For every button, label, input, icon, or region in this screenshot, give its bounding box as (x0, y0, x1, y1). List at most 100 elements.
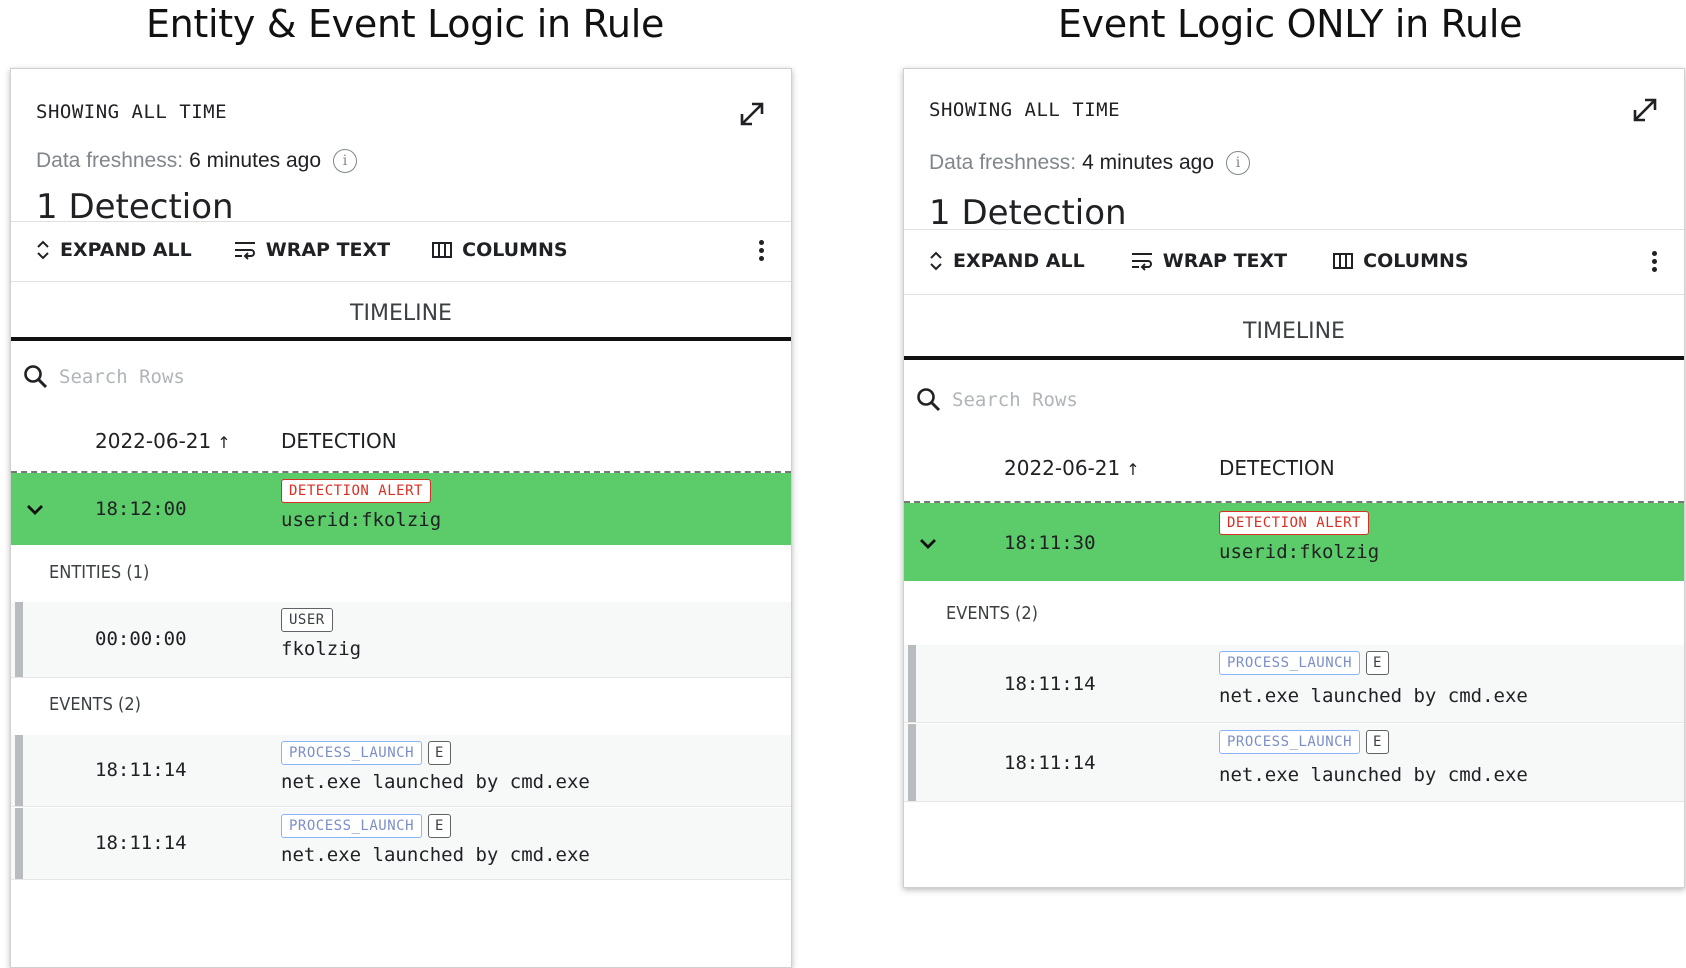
detection-column-header[interactable]: DETECTION (1219, 456, 1335, 480)
detection-row[interactable]: 18:11:30 DETECTION ALERT userid:fkolzig (904, 503, 1684, 581)
entities-section-label: ENTITIES (1) (49, 562, 150, 583)
info-icon[interactable]: i (1226, 151, 1250, 175)
wrap-text-label: WRAP TEXT (1162, 250, 1288, 272)
search-icon (917, 388, 941, 412)
user-badge: USER (281, 608, 333, 632)
detection-alert-badge: DETECTION ALERT (1219, 511, 1369, 535)
columns-button[interactable]: COLUMNS (1333, 250, 1469, 272)
wrap-text-label: WRAP TEXT (265, 239, 391, 261)
time-range-label: SHOWING ALL TIME (929, 99, 1121, 121)
event-type-badge: E (428, 814, 451, 838)
wrap-text-button[interactable]: WRAP TEXT (234, 239, 390, 261)
detection-row[interactable]: 18:12:00 DETECTION ALERT userid:fkolzig (11, 473, 791, 545)
detection-value: userid:fkolzig (281, 509, 442, 531)
expand-all-button[interactable]: EXPAND ALL (36, 239, 192, 261)
kebab-menu-icon[interactable] (1650, 248, 1658, 275)
detection-time: 18:12:00 (95, 498, 187, 520)
unfold-icon (37, 240, 49, 260)
unfold-icon (930, 251, 942, 271)
detection-value: userid:fkolzig (1219, 541, 1380, 563)
tab-timeline[interactable]: TIMELINE (11, 301, 791, 326)
divider (11, 221, 791, 222)
event-row[interactable]: 18:11:14 PROCESS_LAUNCH E net.exe launche… (11, 808, 791, 880)
sort-arrow-icon: ↑ (217, 433, 231, 452)
event-value: net.exe launched by cmd.exe (281, 844, 590, 866)
search-bar (23, 364, 723, 390)
expand-diagonal-icon[interactable] (1630, 95, 1660, 125)
row-indicator-bar (908, 724, 916, 801)
event-type-badge: E (1366, 651, 1389, 675)
date-column-label: 2022-06-21 (1004, 456, 1121, 480)
process-launch-badge: PROCESS_LAUNCH (1219, 651, 1361, 675)
chevron-down-icon[interactable] (916, 531, 940, 555)
search-input[interactable] (59, 366, 559, 388)
columns-icon (432, 242, 453, 258)
wrap-text-button[interactable]: WRAP TEXT (1131, 250, 1287, 272)
wrap-text-icon (234, 242, 255, 260)
event-value: net.exe launched by cmd.exe (281, 771, 590, 793)
event-row[interactable]: 18:11:14 PROCESS_LAUNCH E net.exe launche… (904, 645, 1684, 723)
entity-row[interactable]: 00:00:00 USER fkolzig (11, 602, 791, 678)
event-time: 18:11:14 (1004, 752, 1096, 774)
row-indicator-bar (908, 645, 916, 722)
sort-arrow-icon: ↑ (1126, 460, 1140, 479)
expand-diagonal-icon[interactable] (737, 99, 767, 129)
divider (904, 229, 1684, 230)
expand-all-label: EXPAND ALL (60, 239, 192, 261)
freshness-value: 6 minutes ago (189, 149, 321, 172)
process-launch-badge: PROCESS_LAUNCH (281, 741, 423, 765)
left-heading: Entity & Event Logic in Rule (145, 2, 665, 46)
event-time: 18:11:14 (95, 832, 187, 854)
chevron-down-icon[interactable] (23, 497, 47, 521)
detection-count: 1 Detection (929, 193, 1127, 233)
date-column-label: 2022-06-21 (95, 429, 212, 453)
divider (904, 294, 1684, 295)
divider (11, 281, 791, 282)
event-time: 18:11:14 (1004, 673, 1096, 695)
time-range-label: SHOWING ALL TIME (36, 101, 228, 123)
detection-alert-badge: DETECTION ALERT (281, 479, 431, 503)
columns-label: COLUMNS (1363, 250, 1469, 272)
freshness-value: 4 minutes ago (1082, 151, 1214, 174)
freshness-label: Data freshness: (36, 149, 184, 172)
data-freshness: Data freshness: 4 minutes ago i (929, 151, 1250, 175)
event-row[interactable]: 18:11:14 PROCESS_LAUNCH E net.exe launche… (11, 735, 791, 807)
row-indicator-bar (15, 735, 23, 806)
date-column-header[interactable]: 2022-06-21 ↑ (95, 429, 231, 453)
detection-time: 18:11:30 (1004, 532, 1096, 554)
tab-timeline[interactable]: TIMELINE (904, 319, 1684, 344)
entity-time: 00:00:00 (95, 628, 187, 650)
detection-column-header[interactable]: DETECTION (281, 429, 397, 453)
event-time: 18:11:14 (95, 759, 187, 781)
row-indicator-bar (15, 808, 23, 879)
columns-icon (1333, 253, 1354, 269)
date-column-header[interactable]: 2022-06-21 ↑ (1004, 456, 1140, 480)
detections-panel-right: SHOWING ALL TIME Data freshness: 4 minut… (903, 68, 1685, 888)
columns-button[interactable]: COLUMNS (432, 239, 568, 261)
event-row[interactable]: 18:11:14 PROCESS_LAUNCH E net.exe launche… (904, 724, 1684, 802)
info-icon[interactable]: i (333, 149, 357, 173)
wrap-text-icon (1131, 253, 1152, 271)
events-section-label: EVENTS (2) (49, 694, 141, 715)
process-launch-badge: PROCESS_LAUNCH (281, 814, 423, 838)
row-indicator-bar (15, 602, 23, 677)
expand-all-label: EXPAND ALL (953, 250, 1085, 272)
expand-all-button[interactable]: EXPAND ALL (929, 250, 1085, 272)
search-bar (916, 387, 1616, 413)
search-input[interactable] (952, 389, 1452, 411)
tab-underline (904, 356, 1684, 360)
event-type-badge: E (1366, 730, 1389, 754)
event-value: net.exe launched by cmd.exe (1219, 685, 1528, 707)
toolbar: EXPAND ALL WRAP TEXT COLUMNS (929, 250, 1684, 272)
events-section-label: EVENTS (2) (946, 603, 1038, 624)
columns-label: COLUMNS (462, 239, 568, 261)
event-value: net.exe launched by cmd.exe (1219, 764, 1528, 786)
toolbar: EXPAND ALL WRAP TEXT COLUMNS (36, 239, 791, 261)
search-icon (24, 365, 48, 389)
event-type-badge: E (428, 741, 451, 765)
tab-underline (11, 337, 791, 341)
kebab-menu-icon[interactable] (757, 237, 765, 264)
freshness-label: Data freshness: (929, 151, 1077, 174)
detections-panel-left: SHOWING ALL TIME Data freshness: 6 minut… (10, 68, 792, 968)
process-launch-badge: PROCESS_LAUNCH (1219, 730, 1361, 754)
